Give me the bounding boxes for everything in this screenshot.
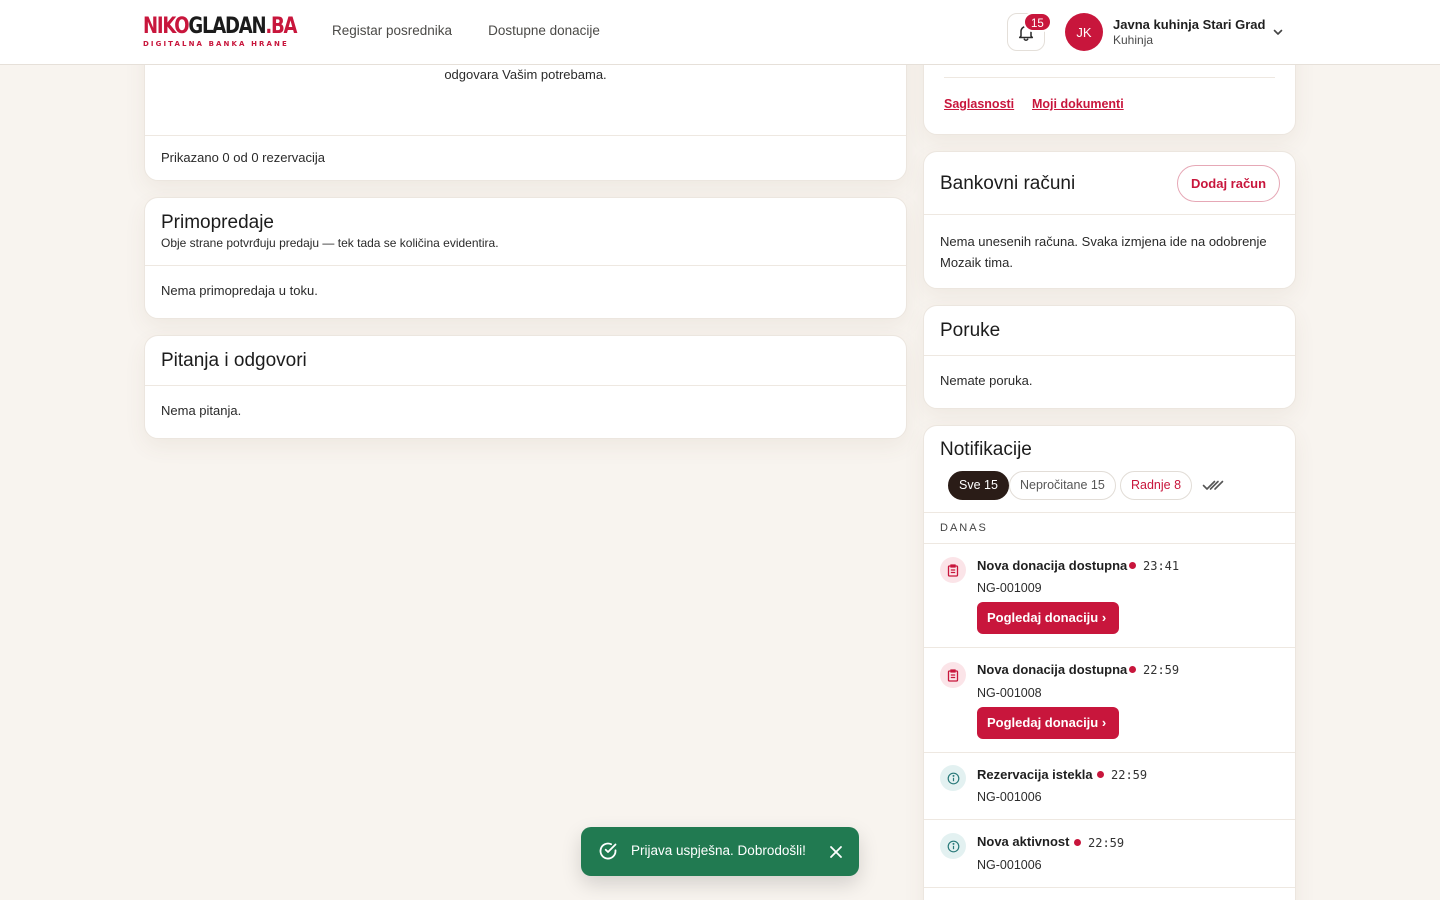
- notification-item[interactable]: Nova donacija dostupna 23:41 NG-001009 P…: [924, 544, 1294, 648]
- reservations-empty-text: odgovara Vašim potrebama.: [444, 67, 607, 82]
- brand-wordmark: NIKOGLADAN.BA: [143, 14, 297, 39]
- brand-logo[interactable]: NIKOGLADAN.BA DIGITALNA BANKA HRANE: [143, 14, 330, 49]
- messages-title: Poruke: [940, 320, 1001, 341]
- handovers-title: Primopredaje: [161, 212, 274, 233]
- mark-all-read-icon[interactable]: [1202, 478, 1224, 492]
- qa-title: Pitanja i odgovori: [161, 350, 307, 371]
- reservations-count: Prikazano 0 od 0 rezervacija: [161, 150, 326, 165]
- nav-link-dostupne-donacije[interactable]: Dostupne donacije: [488, 23, 600, 38]
- notification-title: Nova donacija dostupna: [977, 662, 1128, 677]
- notification-count-badge: 15: [1023, 12, 1052, 32]
- notification-title: Nova aktivnost: [977, 834, 1070, 849]
- main-nav: Registar posrednika Dostupne donacije: [332, 23, 600, 38]
- notification-reference: NG-001006: [977, 790, 1042, 804]
- notification-reference: NG-001009: [977, 581, 1042, 595]
- qa-card: Pitanja i odgovori Nema pitanja.: [144, 335, 907, 439]
- notification-time: 23:41: [1143, 559, 1180, 573]
- notification-time: 22:59: [1111, 768, 1148, 782]
- notification-item[interactable]: Rezervacija istekla 22:59 NG-001006: [924, 753, 1294, 819]
- user-role: Kuhinja: [1113, 33, 1154, 47]
- unread-dot: [1129, 666, 1136, 673]
- avatar[interactable]: JK: [1065, 13, 1103, 51]
- view-donation-button[interactable]: Pogledaj donaciju ›: [977, 707, 1119, 739]
- notification-reference: NG-001008: [977, 686, 1042, 700]
- success-toast: Prijava uspješna. Dobrodošli!: [581, 827, 859, 876]
- filter-all[interactable]: Sve 15: [948, 471, 1009, 500]
- bank-accounts-card: Bankovni računi Dodaj račun Nema uneseni…: [923, 151, 1296, 289]
- clipboard-icon: [940, 557, 966, 583]
- handovers-subtitle: Obje strane potvrđuju predaju — tek tada…: [161, 236, 499, 250]
- notifications-title: Notifikacije: [940, 439, 1032, 460]
- nav-link-registar-posrednika[interactable]: Registar posrednika: [332, 23, 452, 38]
- info-icon: [940, 833, 966, 859]
- bank-accounts-title: Bankovni računi: [940, 173, 1076, 194]
- chevron-down-icon[interactable]: [1272, 26, 1284, 38]
- notification-time: 22:59: [1088, 836, 1125, 850]
- bank-accounts-empty-text: Nema unesenih računa. Svaka izmjena ide …: [940, 234, 1267, 270]
- view-donation-button[interactable]: Pogledaj donaciju ›: [977, 602, 1119, 634]
- unread-dot: [1097, 771, 1104, 778]
- notification-title: Nova donacija dostupna: [977, 558, 1128, 573]
- unread-dot: [1129, 562, 1136, 569]
- info-icon: [940, 765, 966, 791]
- toast-message: Prijava uspješna. Dobrodošli!: [631, 843, 806, 858]
- consents-link[interactable]: Saglasnosti: [944, 97, 1014, 111]
- clipboard-icon: [940, 662, 966, 688]
- messages-empty-text: Nemate poruka.: [940, 373, 1033, 388]
- qa-empty-text: Nema pitanja.: [161, 403, 242, 418]
- close-icon[interactable]: [829, 845, 843, 859]
- handovers-card: Primopredaje Obje strane potvrđuju preda…: [144, 197, 907, 319]
- notification-time: 22:59: [1143, 663, 1180, 677]
- my-documents-link[interactable]: Moji dokumenti: [1032, 97, 1124, 111]
- notification-reference: NG-001006: [977, 858, 1042, 872]
- check-circle-icon: [599, 842, 617, 860]
- filter-unread[interactable]: Nepročitane 15: [1009, 471, 1116, 500]
- messages-card: Poruke Nemate poruka.: [923, 305, 1296, 409]
- notification-item[interactable]: Nova aktivnost 22:59 NG-001006: [924, 820, 1294, 887]
- brand-tagline: DIGITALNA BANKA HRANE: [143, 40, 289, 48]
- top-navigation-bar: NIKOGLADAN.BA DIGITALNA BANKA HRANE Regi…: [0, 0, 1440, 65]
- group-label-today: DANAS: [940, 522, 988, 534]
- notification-item[interactable]: Nova donacija dostupna 22:59 NG-001008 P…: [924, 648, 1294, 752]
- user-name[interactable]: Javna kuhinja Stari Grad: [1113, 17, 1265, 32]
- unread-dot: [1074, 839, 1081, 846]
- notification-title: Rezervacija istekla: [977, 767, 1093, 782]
- notifications-divider: [924, 512, 1295, 513]
- add-account-button[interactable]: Dodaj račun: [1177, 165, 1280, 202]
- filter-actions[interactable]: Radnje 8: [1120, 471, 1193, 500]
- handovers-empty-text: Nema primopredaja u toku.: [161, 283, 318, 298]
